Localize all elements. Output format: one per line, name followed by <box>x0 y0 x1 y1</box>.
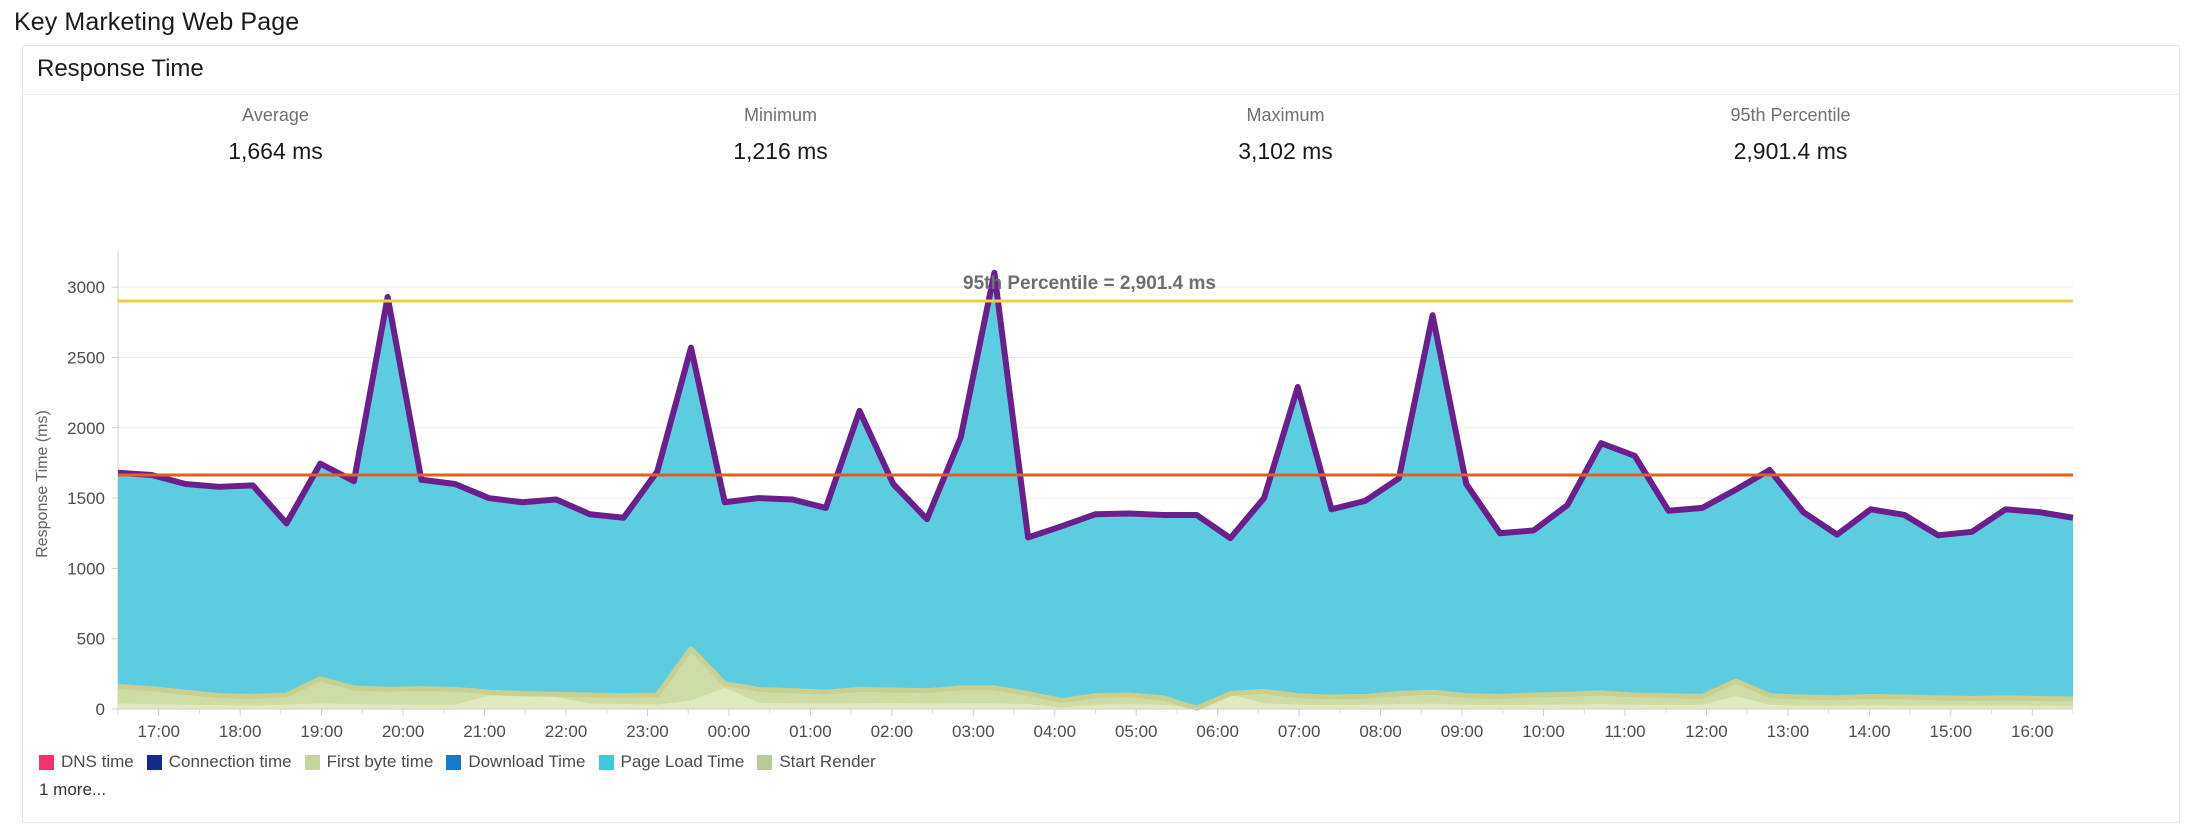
x-axis-tick-label: 04:00 <box>1033 722 1076 741</box>
stat-value: 1,216 ms <box>733 138 828 164</box>
stat-95th-percentile: 95th Percentile 2,901.4 ms <box>1538 104 2043 164</box>
stat-average: Average 1,664 ms <box>23 104 528 164</box>
x-axis-tick-label: 19:00 <box>300 722 343 741</box>
legend-more-link[interactable]: 1 more... <box>39 780 106 800</box>
x-axis-tick-label: 11:00 <box>1604 722 1645 741</box>
stat-value: 2,901.4 ms <box>1733 138 1848 164</box>
x-axis-tick-label: 17:00 <box>137 722 180 741</box>
x-axis-tick-label: 21:00 <box>463 722 506 741</box>
x-axis-tick-label: 14:00 <box>1848 722 1891 741</box>
legend-label: DNS time <box>61 752 134 771</box>
legend-swatch-icon <box>146 754 162 770</box>
legend-item[interactable]: Page Load Time <box>598 752 745 772</box>
legend-swatch-icon <box>304 754 320 770</box>
y-axis-tick-label: 1500 <box>67 489 105 508</box>
stat-label: Minimum <box>743 105 817 125</box>
x-axis-tick-label: 22:00 <box>545 722 588 741</box>
percentile-annotation-label: 95th Percentile = 2,901.4 ms <box>963 273 1216 294</box>
legend-item[interactable]: DNS time <box>39 752 134 772</box>
x-axis-tick-label: 02:00 <box>871 722 914 741</box>
response-time-chart[interactable]: 0 500 1000 1500 2000 2500 3000 Response Time (m… <box>23 241 2181 751</box>
x-axis-tick-label: 00:00 <box>708 722 751 741</box>
dashboard-page: Key Marketing Web Page Response Time Ave… <box>0 0 2192 838</box>
x-axis-tick-label: 18:00 <box>219 722 262 741</box>
x-axis-tick-label: 01:00 <box>789 722 832 741</box>
stat-value: 3,102 ms <box>1238 138 1333 164</box>
stat-value: 1,664 ms <box>228 138 323 164</box>
x-axis-tick-label: 08:00 <box>1359 722 1402 741</box>
legend-swatch-icon <box>757 754 773 770</box>
chart-svg[interactable]: 0 500 1000 1500 2000 2500 3000 Response Time (m… <box>23 241 2181 751</box>
legend-label: Download Time <box>468 752 586 771</box>
x-axis-tick-label: 07:00 <box>1278 722 1321 741</box>
legend-label: Connection time <box>168 752 292 771</box>
x-axis-tick-label: 05:00 <box>1115 722 1158 741</box>
legend-label: Page Load Time <box>620 752 745 771</box>
legend-item[interactable]: Start Render <box>757 752 876 772</box>
x-axis-tick-label: 16:00 <box>2011 722 2054 741</box>
x-axis-tick-label: 10:00 <box>1522 722 1565 741</box>
y-axis-tick-label: 0 <box>96 700 105 719</box>
x-axis-tick-label: 23:00 <box>626 722 669 741</box>
legend-label: First byte time <box>326 752 434 771</box>
stat-label: Maximum <box>1246 105 1325 125</box>
legend-swatch-icon <box>446 754 462 770</box>
y-axis-tick-label: 1000 <box>67 559 105 578</box>
x-axis-tick-label: 09:00 <box>1441 722 1484 741</box>
response-time-card: Response Time Average 1,664 ms Minimum 1… <box>22 45 2180 823</box>
y-axis-tick-label: 500 <box>77 630 105 649</box>
legend-item[interactable]: Download Time <box>446 752 586 772</box>
x-axis-tick-label: 20:00 <box>382 722 425 741</box>
y-axis-tick-label: 2500 <box>67 348 105 367</box>
y-axis-tick-label: 3000 <box>67 278 105 297</box>
x-axis-tick-label: 06:00 <box>1196 722 1239 741</box>
stat-label: Average <box>242 105 309 125</box>
legend-swatch-icon <box>598 754 614 770</box>
stat-label: 95th Percentile <box>1730 105 1851 125</box>
legend-label: Start Render <box>779 752 876 771</box>
area-page-load-time <box>118 272 2073 709</box>
x-axis-tick-label: 03:00 <box>952 722 995 741</box>
x-axis-tick-label: 13:00 <box>1767 722 1810 741</box>
y-axis-tick-label: 2000 <box>67 419 105 438</box>
chart-legend[interactable]: DNS time Connection time First byte time Do… <box>39 752 889 772</box>
legend-swatch-icon <box>39 754 54 770</box>
card-title: Response Time <box>37 55 204 82</box>
y-axis-title: Response Time (ms) <box>34 410 51 558</box>
legend-item[interactable]: Connection time <box>146 752 292 772</box>
page-title: Key Marketing Web Page <box>14 8 300 36</box>
x-axis-tick-label: 15:00 <box>1930 722 1973 741</box>
legend-item[interactable]: First byte time <box>304 752 434 772</box>
stat-maximum: Maximum 3,102 ms <box>1033 104 1538 164</box>
x-axis-tick-label: 12:00 <box>1685 722 1728 741</box>
card-header: Response Time <box>23 46 2179 95</box>
summary-stats: Average 1,664 ms Minimum 1,216 ms Maximu… <box>23 104 2043 164</box>
stat-minimum: Minimum 1,216 ms <box>528 104 1033 164</box>
